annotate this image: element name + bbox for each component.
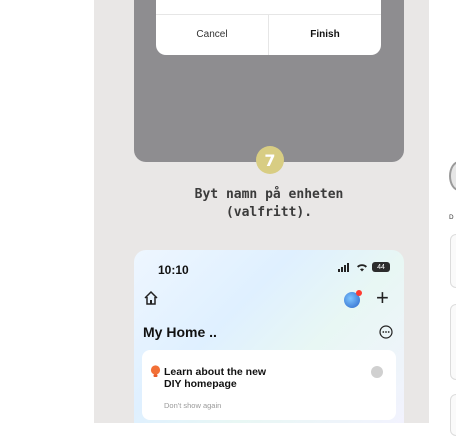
partial-card-2 bbox=[450, 394, 456, 436]
screenshot-dark-card: Cancel Finish bbox=[134, 0, 404, 162]
step-caption-line2: (valfritt). bbox=[225, 205, 313, 220]
rename-dialog: Cancel Finish bbox=[156, 0, 381, 55]
assistant-avatar[interactable] bbox=[344, 290, 362, 308]
plus-icon[interactable]: + bbox=[376, 287, 389, 309]
home-title[interactable]: My Home .. bbox=[143, 324, 217, 340]
partial-card bbox=[450, 304, 456, 380]
partial-input-box bbox=[450, 234, 456, 288]
phone-screenshot: 10:10 44 + My Home .. Learn about the ne… bbox=[134, 250, 404, 423]
step-caption: Byt namn på enheten (valfritt). bbox=[134, 186, 404, 222]
tip-title: Learn about the new DIY homepage bbox=[164, 366, 334, 390]
tip-title-line1: Learn about the new bbox=[164, 366, 267, 378]
signal-icon bbox=[338, 262, 349, 272]
finish-button[interactable]: Finish bbox=[269, 14, 381, 55]
instruction-panel: Cancel Finish 7 Byt namn på enheten (val… bbox=[94, 0, 429, 423]
step-caption-line1: Byt namn på enheten bbox=[194, 187, 344, 202]
step-number-badge: 7 bbox=[256, 146, 284, 174]
wifi-icon bbox=[357, 263, 367, 271]
notification-dot bbox=[356, 290, 362, 296]
tip-title-line2: DIY homepage bbox=[164, 378, 237, 390]
partial-label: D bbox=[449, 214, 454, 221]
dont-show-again-link[interactable]: Don't show again bbox=[164, 401, 221, 410]
bulb-icon bbox=[150, 365, 161, 377]
status-icons: 44 bbox=[338, 262, 390, 272]
battery-icon: 44 bbox=[372, 262, 390, 272]
cancel-button[interactable]: Cancel bbox=[156, 14, 268, 55]
partial-avatar-icon bbox=[449, 161, 456, 191]
more-icon[interactable] bbox=[379, 325, 393, 339]
status-time: 10:10 bbox=[158, 263, 189, 277]
homepage-tip-card[interactable]: Learn about the new DIY homepage Don't s… bbox=[142, 350, 396, 420]
chevron-icon[interactable] bbox=[371, 366, 383, 378]
home-icon[interactable] bbox=[143, 290, 159, 306]
